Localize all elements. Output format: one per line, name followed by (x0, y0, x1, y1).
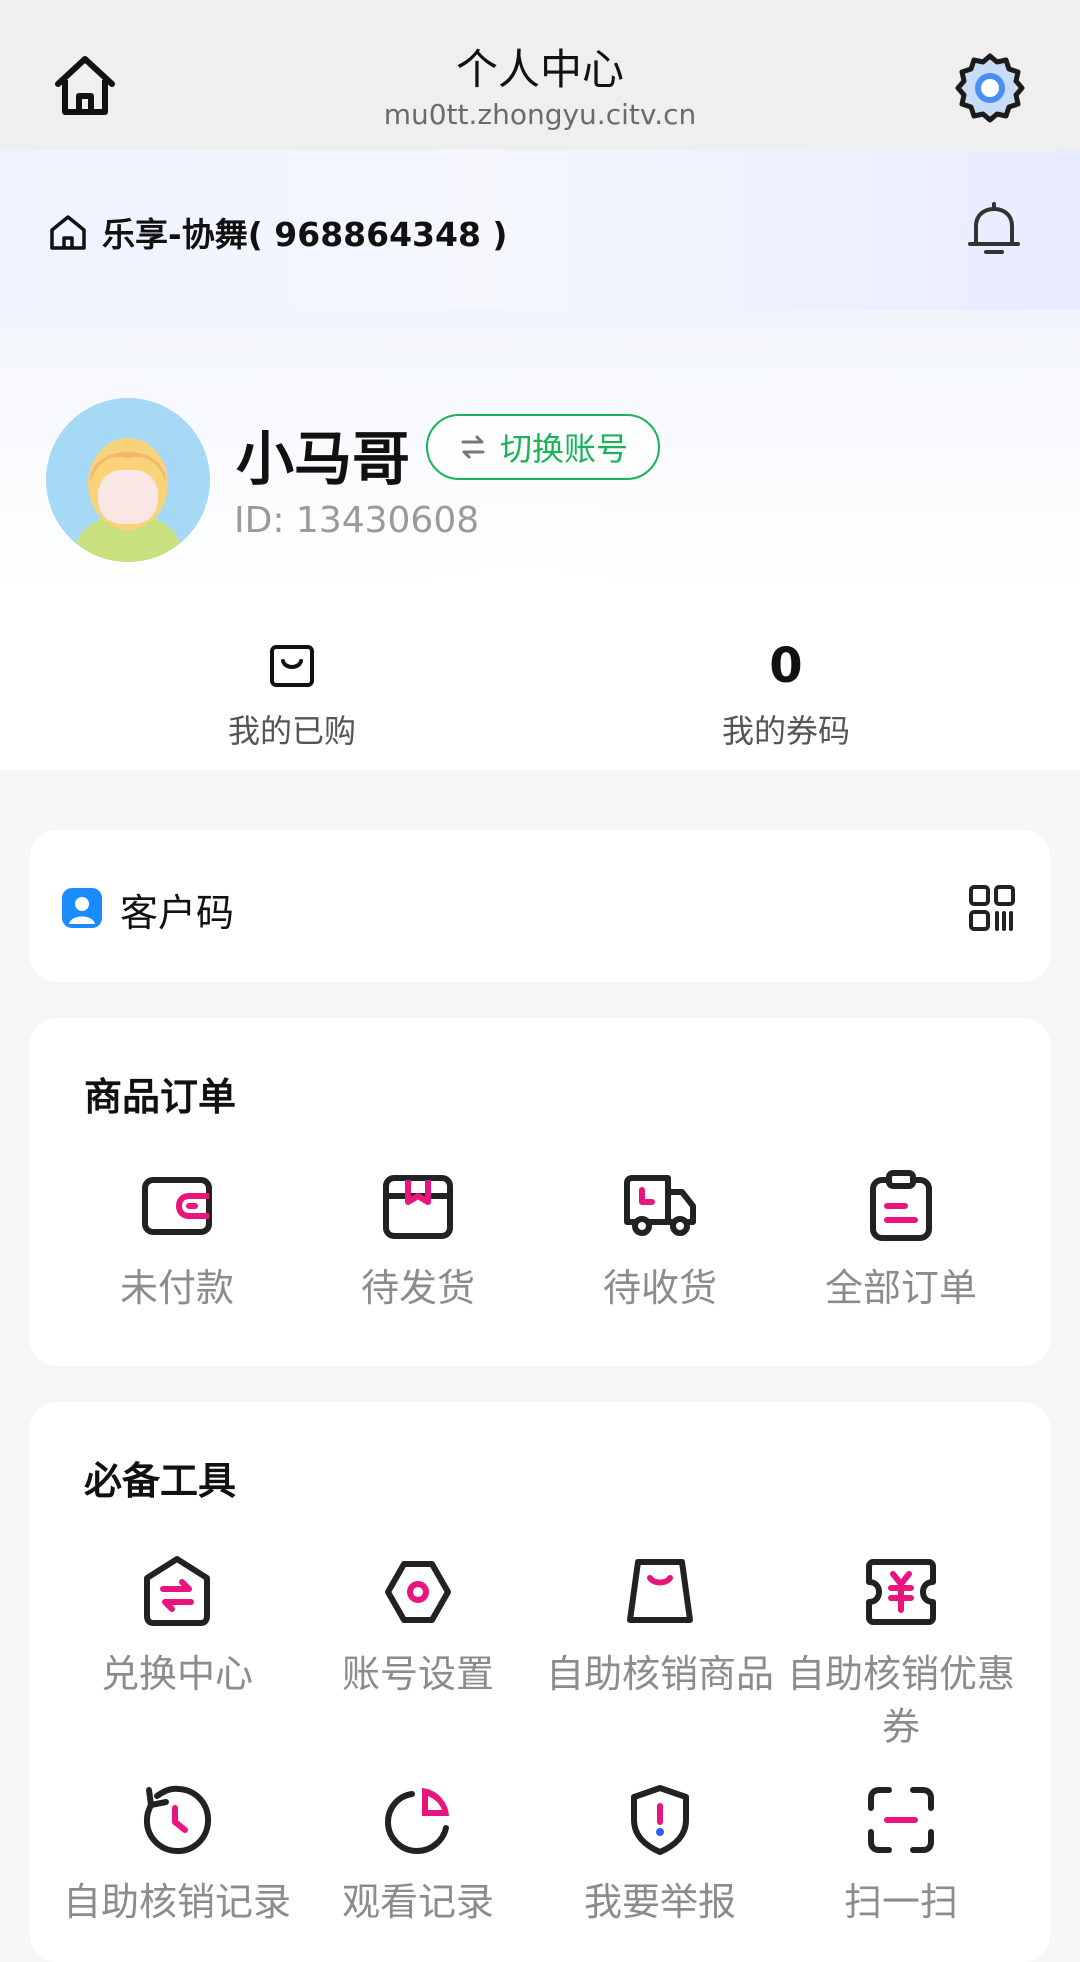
tools-title: 必备工具 (84, 1459, 237, 1503)
order-unpaid[interactable]: 未付款 (57, 1168, 297, 1315)
store-home-icon (50, 215, 86, 250)
qr-code-icon[interactable] (968, 884, 1016, 932)
customer-code-label: 客户码 (120, 891, 235, 935)
tool-scan-label: 扫一扫 (843, 1880, 958, 1924)
tool-self-verify-goods-label: 自助核销商品 (545, 1652, 774, 1696)
user-name: 小马哥 (236, 425, 411, 493)
store-name: 乐享-协舞( 968864348 ) (102, 215, 508, 254)
clipboard-icon (870, 1170, 932, 1241)
shopping-bag-icon (627, 1559, 693, 1623)
avatar-illustration (46, 398, 210, 562)
hexagon-settings-icon (385, 1561, 451, 1623)
exchange-icon (144, 1556, 210, 1626)
tool-self-verify-coupon-label: 自助核销优惠券 (786, 1652, 1015, 1750)
customer-code-card[interactable]: 客户码 (30, 830, 1050, 982)
stat-purchased[interactable]: 我的已购 (142, 636, 442, 752)
page-url: mu0tt.zhongyu.citv.cn (383, 98, 697, 131)
tool-report-label: 我要举报 (583, 1880, 736, 1924)
shield-alert-icon (631, 1785, 689, 1855)
order-to-ship[interactable]: 待发货 (298, 1168, 538, 1315)
switch-account-button[interactable]: 切换账号 (426, 414, 660, 480)
tool-exchange-center-label: 兑换中心 (100, 1652, 253, 1696)
orders-card: 商品订单 未付款 待发货 待收货 全部订单 (30, 1018, 1050, 1366)
order-unpaid-label: 未付款 (119, 1266, 234, 1310)
page-title: 个人中心 (455, 45, 624, 94)
tool-verify-records[interactable]: 自助核销记录 (57, 1782, 297, 1929)
truck-icon (624, 1175, 696, 1236)
tool-watch-history-label: 观看记录 (341, 1880, 494, 1924)
customer-code-icon (62, 888, 102, 928)
bell-icon[interactable] (962, 196, 1026, 260)
pie-chart-icon (384, 1788, 449, 1855)
order-to-ship-label: 待发货 (360, 1266, 475, 1310)
tool-account-settings-label: 账号设置 (341, 1652, 494, 1696)
tool-account-settings[interactable]: 账号设置 (298, 1554, 538, 1701)
stat-purchased-label: 我的已购 (227, 712, 356, 750)
tool-verify-records-label: 自助核销记录 (62, 1880, 291, 1924)
tool-exchange-center[interactable]: 兑换中心 (57, 1554, 297, 1701)
order-all[interactable]: 全部订单 (781, 1168, 1021, 1315)
clock-history-icon (143, 1785, 212, 1855)
switch-account-label: 切换账号 (499, 430, 628, 468)
store-selector[interactable]: 乐享-协舞( 968864348 ) (48, 208, 508, 256)
order-to-receive-label: 待收货 (602, 1266, 717, 1310)
user-id: ID: 13430608 (234, 500, 480, 541)
order-to-receive[interactable]: 待收货 (540, 1168, 780, 1315)
tool-scan[interactable]: 扫一扫 (781, 1782, 1021, 1929)
stat-coupons-label: 我的券码 (721, 712, 850, 750)
swap-arrows-icon (461, 435, 485, 459)
tool-self-verify-coupon[interactable]: 自助核销优惠券 (781, 1554, 1021, 1754)
wallet-icon (142, 1177, 212, 1235)
box-icon (383, 1175, 453, 1239)
tool-report[interactable]: 我要举报 (540, 1782, 780, 1929)
coupon-icon (866, 1559, 936, 1625)
avatar[interactable] (46, 398, 210, 562)
bag-icon (270, 645, 314, 687)
gear-icon[interactable] (950, 48, 1030, 128)
stat-coupons[interactable]: 0 我的券码 (636, 636, 936, 752)
tool-self-verify-goods[interactable]: 自助核销商品 (540, 1554, 780, 1701)
order-all-label: 全部订单 (824, 1266, 977, 1310)
stat-coupons-value: 0 (769, 638, 803, 694)
orders-title: 商品订单 (84, 1075, 237, 1119)
tool-watch-history[interactable]: 观看记录 (298, 1782, 538, 1929)
tools-card: 必备工具 兑换中心 账号设置 自助核销商品 自助核销优惠券 自助核销记录 观看记… (30, 1402, 1050, 1962)
scan-icon (868, 1787, 934, 1853)
app-bar: 个人中心 mu0tt.zhongyu.citv.cn (0, 0, 1080, 150)
